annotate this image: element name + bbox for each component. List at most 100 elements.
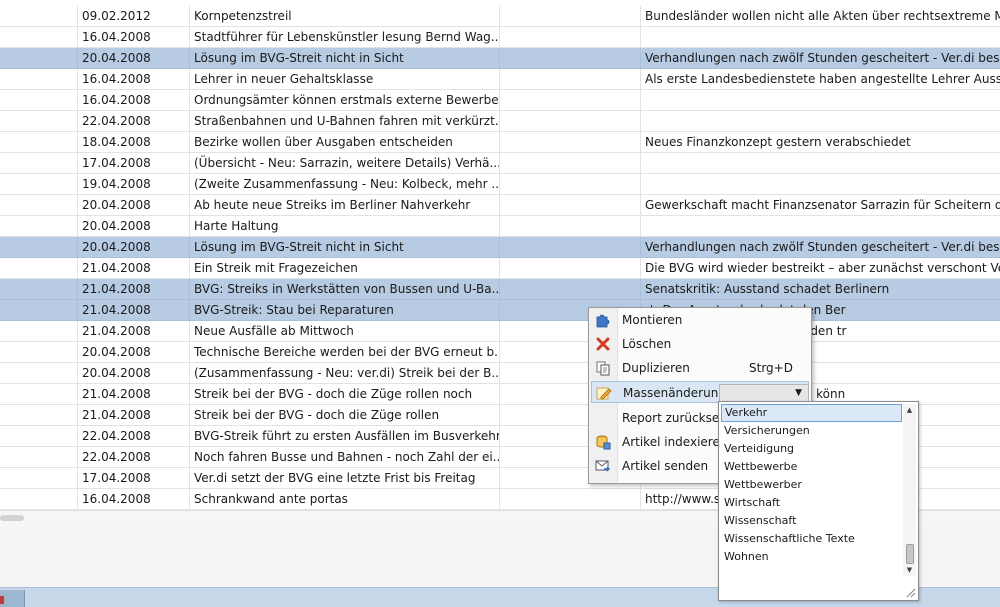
- table-row[interactable]: 21.04.2008 BVG-Streik: Stau bei Reparatur…: [0, 300, 1000, 321]
- empty-cell[interactable]: [500, 132, 641, 152]
- empty-cell[interactable]: [500, 6, 641, 26]
- row-indicator-cell[interactable]: [0, 468, 78, 488]
- empty-cell[interactable]: [500, 90, 641, 110]
- title-cell[interactable]: Neue Ausfälle ab Mittwoch: [190, 321, 500, 341]
- table-row[interactable]: 20.04.2008 Harte Haltung: [0, 216, 1000, 237]
- date-cell[interactable]: 09.02.2012: [78, 6, 190, 26]
- table-row[interactable]: 20.04.2008 (Zusammenfassung - Neu: ver.di…: [0, 363, 1000, 384]
- summary-cell[interactable]: Senatskritik: Ausstand schadet Berlinern: [641, 279, 1000, 299]
- chevron-down-icon[interactable]: ▼: [795, 388, 802, 398]
- date-cell[interactable]: 22.04.2008: [78, 426, 190, 446]
- summary-cell[interactable]: [641, 111, 1000, 131]
- dropdown-option[interactable]: Wettbewerber: [721, 476, 902, 494]
- table-row[interactable]: 17.04.2008 (Übersicht - Neu: Sarrazin, we…: [0, 153, 1000, 174]
- empty-cell[interactable]: [500, 111, 641, 131]
- title-cell[interactable]: Streik bei der BVG - doch die Züge rolle…: [190, 384, 500, 404]
- category-combobox[interactable]: ▼: [719, 384, 809, 402]
- date-cell[interactable]: 17.04.2008: [78, 153, 190, 173]
- empty-cell[interactable]: [500, 489, 641, 509]
- date-cell[interactable]: 21.04.2008: [78, 384, 190, 404]
- table-row[interactable]: 19.04.2008 (Zweite Zusammenfassung - Neu:…: [0, 174, 1000, 195]
- row-indicator-cell[interactable]: [0, 405, 78, 425]
- dropdown-option[interactable]: Wettbewerbe: [721, 458, 902, 476]
- table-row[interactable]: 20.04.2008 Lösung im BVG-Streit nicht in …: [0, 48, 1000, 69]
- table-row[interactable]: 20.04.2008 Technische Bereiche werden bei…: [0, 342, 1000, 363]
- empty-cell[interactable]: [500, 48, 641, 68]
- row-indicator-cell[interactable]: [0, 300, 78, 320]
- date-cell[interactable]: 20.04.2008: [78, 48, 190, 68]
- row-indicator-cell[interactable]: [0, 489, 78, 509]
- summary-cell[interactable]: Neues Finanzkonzept gestern verabschiede…: [641, 132, 1000, 152]
- row-indicator-cell[interactable]: [0, 237, 78, 257]
- date-cell[interactable]: 16.04.2008: [78, 489, 190, 509]
- date-cell[interactable]: 21.04.2008: [78, 300, 190, 320]
- dropdown-scrollbar[interactable]: ▲ ▼: [903, 404, 916, 576]
- title-cell[interactable]: (Zusammenfassung - Neu: ver.di) Streik b…: [190, 363, 500, 383]
- title-cell[interactable]: Ein Streik mit Fragezeichen: [190, 258, 500, 278]
- row-indicator-cell[interactable]: [0, 258, 78, 278]
- date-cell[interactable]: 21.04.2008: [78, 279, 190, 299]
- date-cell[interactable]: 22.04.2008: [78, 447, 190, 467]
- row-indicator-cell[interactable]: [0, 321, 78, 341]
- date-cell[interactable]: 21.04.2008: [78, 258, 190, 278]
- resize-grip-icon[interactable]: [904, 586, 916, 598]
- date-cell[interactable]: 18.04.2008: [78, 132, 190, 152]
- row-indicator-cell[interactable]: [0, 111, 78, 131]
- row-indicator-cell[interactable]: [0, 342, 78, 362]
- title-cell[interactable]: (Zweite Zusammenfassung - Neu: Kolbeck, …: [190, 174, 500, 194]
- summary-cell[interactable]: Verhandlungen nach zwölf Stunden geschei…: [641, 48, 1000, 68]
- table-row[interactable]: 21.04.2008 BVG: Streiks in Werkstätten vo…: [0, 279, 1000, 300]
- table-row[interactable]: 16.04.2008 Stadtführer für Lebenskünstler…: [0, 27, 1000, 48]
- title-cell[interactable]: Stadtführer für Lebenskünstler lesung Be…: [190, 27, 500, 47]
- table-row[interactable]: 18.04.2008 Bezirke wollen über Ausgaben e…: [0, 132, 1000, 153]
- dropdown-option[interactable]: Verteidigung: [721, 440, 902, 458]
- table-row[interactable]: 16.04.2008 Ordnungsämter können erstmals …: [0, 90, 1000, 111]
- row-indicator-cell[interactable]: [0, 27, 78, 47]
- row-indicator-cell[interactable]: [0, 90, 78, 110]
- date-cell[interactable]: 16.04.2008: [78, 69, 190, 89]
- row-indicator-cell[interactable]: [0, 447, 78, 467]
- date-cell[interactable]: 19.04.2008: [78, 174, 190, 194]
- date-cell[interactable]: 20.04.2008: [78, 363, 190, 383]
- title-cell[interactable]: Streik bei der BVG - doch die Züge rolle…: [190, 405, 500, 425]
- empty-cell[interactable]: [500, 216, 641, 236]
- summary-cell[interactable]: Bundesländer wollen nicht alle Akten übe…: [641, 6, 1000, 26]
- empty-cell[interactable]: [500, 153, 641, 173]
- row-indicator-cell[interactable]: [0, 69, 78, 89]
- empty-cell[interactable]: [500, 195, 641, 215]
- date-cell[interactable]: 20.04.2008: [78, 216, 190, 236]
- empty-cell[interactable]: [500, 69, 641, 89]
- title-cell[interactable]: Lösung im BVG-Streit nicht in Sicht: [190, 48, 500, 68]
- scroll-up-arrow-icon[interactable]: ▲: [903, 404, 916, 416]
- title-cell[interactable]: Kornpetenzstreil: [190, 6, 500, 26]
- summary-cell[interactable]: [641, 174, 1000, 194]
- title-cell[interactable]: Technische Bereiche werden bei der BVG e…: [190, 342, 500, 362]
- title-cell[interactable]: Harte Haltung: [190, 216, 500, 236]
- date-cell[interactable]: 16.04.2008: [78, 27, 190, 47]
- row-indicator-cell[interactable]: [0, 153, 78, 173]
- dropdown-option[interactable]: Wirtschaft: [721, 494, 902, 512]
- summary-cell[interactable]: [641, 216, 1000, 236]
- date-cell[interactable]: 21.04.2008: [78, 405, 190, 425]
- dropdown-option[interactable]: Wissenschaftliche Texte: [721, 530, 902, 548]
- summary-cell[interactable]: Gewerkschaft macht Finanzsenator Sarrazi…: [641, 195, 1000, 215]
- title-cell[interactable]: Bezirke wollen über Ausgaben entscheiden: [190, 132, 500, 152]
- title-cell[interactable]: Lehrer in neuer Gehaltsklasse: [190, 69, 500, 89]
- empty-cell[interactable]: [500, 258, 641, 278]
- summary-cell[interactable]: [641, 90, 1000, 110]
- empty-cell[interactable]: [500, 237, 641, 257]
- table-row[interactable]: 16.04.2008 Lehrer in neuer Gehaltsklasse A…: [0, 69, 1000, 90]
- summary-cell[interactable]: Die BVG wird wieder bestreikt – aber zun…: [641, 258, 1000, 278]
- row-indicator-cell[interactable]: [0, 363, 78, 383]
- menu-item-montieren[interactable]: Montieren: [591, 309, 809, 331]
- date-cell[interactable]: 20.04.2008: [78, 342, 190, 362]
- row-indicator-cell[interactable]: [0, 174, 78, 194]
- title-cell[interactable]: (Übersicht - Neu: Sarrazin, weitere Deta…: [190, 153, 500, 173]
- table-row[interactable]: 20.04.2008 Ab heute neue Streiks im Berli…: [0, 195, 1000, 216]
- menu-item-duplizieren[interactable]: Duplizieren Strg+D: [591, 357, 809, 379]
- title-cell[interactable]: Noch fahren Busse und Bahnen - noch Zahl…: [190, 447, 500, 467]
- summary-cell[interactable]: Verhandlungen nach zwölf Stunden geschei…: [641, 237, 1000, 257]
- taskbar-button[interactable]: [0, 590, 25, 607]
- dropdown-option[interactable]: Wohnen: [721, 548, 902, 566]
- summary-cell[interactable]: [641, 27, 1000, 47]
